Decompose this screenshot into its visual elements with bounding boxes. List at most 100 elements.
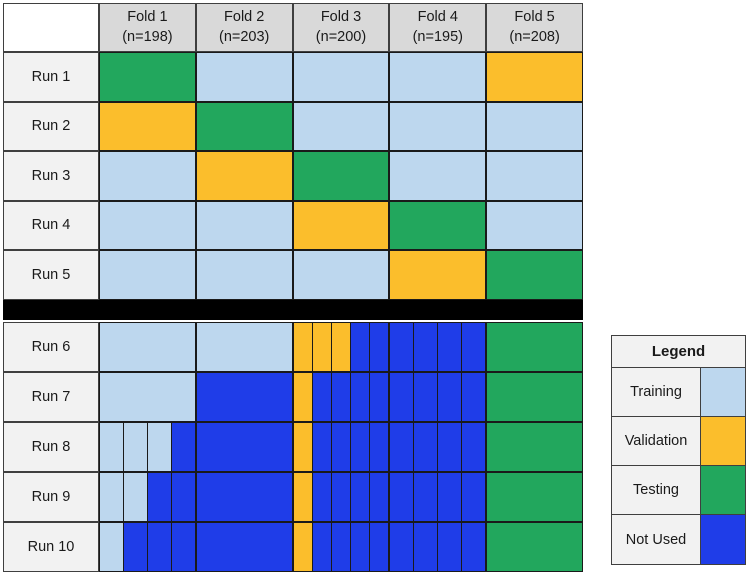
fold-cell-5 — [486, 101, 583, 151]
fold-subcell-not-used — [390, 472, 414, 521]
fold-cell-5 — [486, 371, 583, 422]
fold-header-2: Fold 2 (n=203) — [195, 3, 293, 52]
fold-subcell-training — [100, 522, 123, 571]
legend-row-training: Training — [612, 368, 745, 417]
table-row: Run 2 — [3, 101, 583, 151]
table-row: Run 7 — [3, 371, 583, 422]
fold-cell-5 — [486, 471, 583, 522]
fold-cell-2 — [195, 371, 293, 422]
fold-subcell-validation — [100, 102, 195, 150]
fold-subcell-not-used — [437, 522, 462, 571]
fold-cell-1 — [99, 101, 196, 151]
fold-cell-5 — [486, 421, 583, 472]
legend-row-not-used: Not Used — [612, 515, 745, 564]
fold-subcell-not-used — [196, 472, 292, 521]
fold-cell-1 — [99, 52, 196, 102]
fold-subcell-testing — [487, 372, 582, 421]
fold-subcell-testing — [100, 53, 195, 101]
fold-cell-2 — [195, 421, 293, 472]
fold-subcell-validation — [293, 522, 312, 571]
fold-header-name: Fold 3 — [320, 8, 362, 25]
legend-row-testing: Testing — [612, 466, 745, 515]
fold-header-name: Fold 4 — [417, 8, 458, 25]
fold-cell-3 — [292, 521, 390, 572]
fold-subcell-not-used — [369, 372, 389, 421]
fold-cell-5 — [486, 151, 583, 201]
fold-subcell-validation — [196, 152, 292, 200]
fold-subcell-training — [122, 472, 147, 521]
fold-subcell-training — [100, 251, 195, 299]
fold-subcell-not-used — [330, 372, 351, 421]
fold-subcell-validation — [487, 53, 582, 101]
table-row: Run 3 — [3, 151, 583, 201]
fold-cell-2 — [195, 471, 293, 522]
fold-subcell-not-used — [350, 322, 370, 371]
fold-subcell-testing — [487, 422, 582, 471]
fold-subcell-testing — [487, 522, 582, 571]
fold-cell-5 — [486, 250, 583, 300]
fold-header-count: (n=198) — [122, 28, 173, 45]
table-row: Run 8 — [3, 421, 583, 472]
fold-cell-3 — [292, 471, 390, 522]
fold-subcell-testing — [293, 152, 389, 200]
fold-subcell-training — [293, 251, 389, 299]
fold-cell-5 — [486, 200, 583, 250]
fold-subcell-not-used — [350, 372, 370, 421]
fold-subcell-training — [196, 251, 292, 299]
fold-subcell-training — [487, 152, 582, 200]
fold-subcell-not-used — [196, 422, 292, 471]
fold-subcell-not-used — [461, 322, 486, 371]
fold-subcell-not-used — [146, 472, 171, 521]
fold-cell-2 — [195, 321, 293, 372]
fold-cell-2 — [195, 151, 293, 201]
fold-cell-1 — [99, 200, 196, 250]
fold-subcell-testing — [487, 472, 582, 521]
fold-subcell-testing — [487, 322, 582, 371]
legend-label: Not Used — [612, 515, 701, 564]
fold-subcell-not-used — [122, 522, 147, 571]
fold-cell-2 — [195, 521, 293, 572]
fold-cell-3 — [292, 151, 390, 201]
fold-subcell-training — [196, 53, 292, 101]
fold-cell-2 — [195, 52, 293, 102]
fold-subcell-validation — [330, 322, 351, 371]
fold-subcell-not-used — [350, 422, 370, 471]
fold-cell-4 — [389, 421, 487, 472]
fold-subcell-training — [100, 472, 123, 521]
fold-subcell-validation — [293, 372, 312, 421]
fold-cell-1 — [99, 521, 196, 572]
legend-swatch-training — [701, 368, 745, 416]
fold-subcell-training — [487, 102, 582, 150]
fold-subcell-not-used — [170, 522, 195, 571]
fold-subcell-not-used — [369, 422, 389, 471]
fold-subcell-not-used — [461, 372, 486, 421]
fold-subcell-not-used — [390, 522, 414, 571]
fold-cell-4 — [389, 321, 487, 372]
fold-header-count: (n=203) — [219, 28, 270, 45]
fold-subcell-training — [196, 201, 292, 249]
fold-subcell-not-used — [146, 522, 171, 571]
fold-subcell-not-used — [196, 372, 292, 421]
fold-subcell-training — [100, 201, 195, 249]
fold-subcell-training — [100, 322, 195, 371]
table-row: Run 10 — [3, 521, 583, 572]
fold-header-1: Fold 1 (n=198) — [99, 3, 196, 52]
fold-subcell-training — [293, 102, 389, 150]
fold-cell-1 — [99, 371, 196, 422]
grid-corner-cell — [3, 3, 99, 52]
legend-swatch-validation — [701, 417, 745, 465]
grid-header-row: Fold 1 (n=198) Fold 2 (n=203) Fold 3 (n=200) F… — [3, 3, 583, 52]
run-label: Run 8 — [3, 421, 99, 472]
run-label: Run 1 — [3, 52, 99, 102]
table-row: Run 9 — [3, 471, 583, 522]
fold-cell-4 — [389, 471, 487, 522]
run-label: Run 3 — [3, 151, 99, 201]
fold-subcell-not-used — [413, 522, 438, 571]
fold-subcell-validation — [311, 322, 331, 371]
fold-subcell-validation — [293, 472, 312, 521]
fold-subcell-not-used — [390, 322, 414, 371]
fold-cell-3 — [292, 200, 390, 250]
fold-subcell-training — [390, 102, 486, 150]
fold-subcell-not-used — [350, 472, 370, 521]
fold-header-5: Fold 5 (n=208) — [486, 3, 583, 52]
